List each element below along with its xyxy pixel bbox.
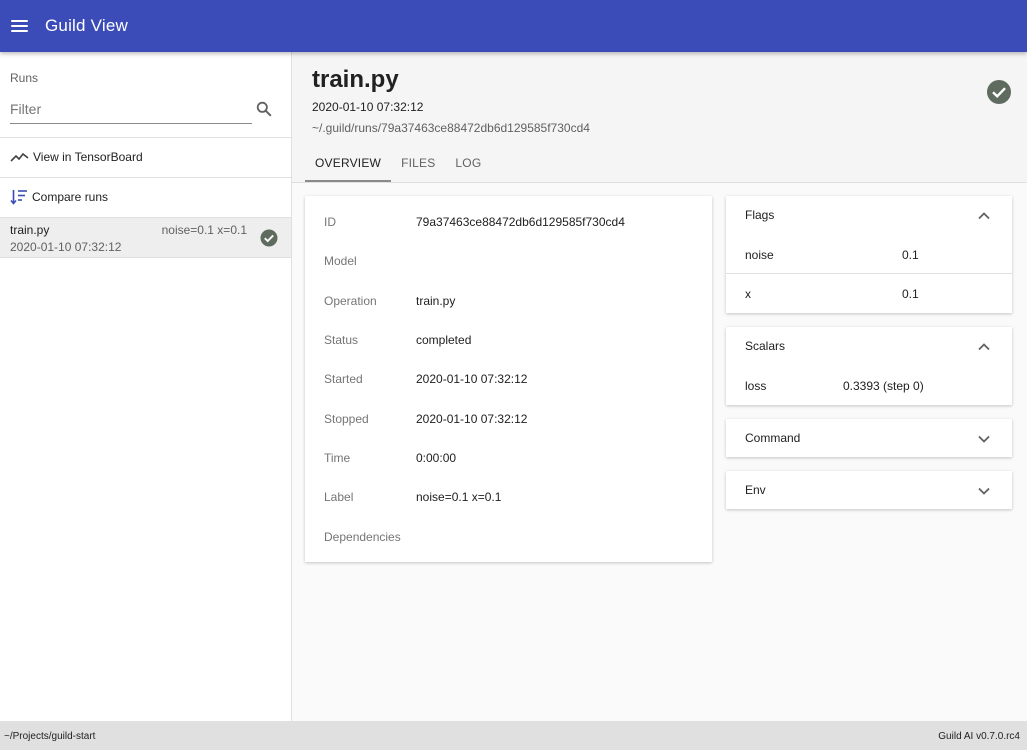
runs-sidebar: Runs View in TensorBoard Compare runs tr…	[0, 52, 292, 721]
compare-runs-button[interactable]: Compare runs	[10, 187, 108, 207]
overview-value: completed	[416, 333, 472, 347]
check-circle-icon	[260, 229, 278, 247]
filter-box	[10, 94, 274, 124]
overview-label: Status	[324, 333, 359, 347]
run-dir: ~/.guild/runs/79a37463ce88472db6d129585f…	[312, 121, 590, 135]
chevron-up-icon[interactable]	[977, 340, 991, 354]
compare-runs-label: Compare runs	[32, 190, 109, 204]
flag-row: x 0.1	[726, 274, 1012, 313]
check-circle-icon	[987, 80, 1011, 104]
divider	[0, 177, 291, 178]
scalar-name: loss	[745, 379, 767, 393]
command-title: Command	[745, 431, 801, 445]
flags-title: Flags	[745, 208, 775, 222]
command-card-header[interactable]: Command	[726, 419, 1012, 458]
status-bar: ~/Projects/guild-start Guild AI v0.7.0.r…	[0, 721, 1027, 750]
scalars-title: Scalars	[745, 339, 786, 353]
overview-label: Model	[324, 254, 357, 268]
overview-value: train.py	[416, 294, 456, 308]
app-version: Guild AI v0.7.0.rc4	[938, 731, 1020, 742]
menu-icon[interactable]	[11, 20, 28, 32]
overview-value: 2020-01-10 07:32:12	[416, 372, 528, 386]
overview-value: noise=0.1 x=0.1	[416, 490, 502, 504]
overview-value: 2020-01-10 07:32:12	[416, 412, 528, 426]
flag-value: 0.1	[902, 248, 919, 262]
run-header: train.py 2020-01-10 07:32:12 ~/.guild/ru…	[292, 52, 1027, 183]
chevron-down-icon[interactable]	[977, 484, 991, 498]
sort-compare-icon	[10, 190, 27, 205]
scalars-card-header[interactable]: Scalars	[726, 327, 1012, 366]
overview-label: Time	[324, 451, 351, 465]
search-icon[interactable]	[256, 101, 272, 117]
flag-name: x	[745, 287, 751, 301]
env-card-header[interactable]: Env	[726, 471, 1012, 510]
chevron-down-icon[interactable]	[977, 432, 991, 446]
run-item-name: train.py	[10, 223, 50, 237]
scalars-card: Scalars loss 0.3393 (step 0)	[726, 327, 1012, 405]
run-started: 2020-01-10 07:32:12	[312, 100, 424, 114]
overview-label: Stopped	[324, 412, 369, 426]
runs-label: Runs	[10, 71, 39, 85]
flag-row: noise 0.1	[726, 235, 1012, 274]
tab-log[interactable]: LOG	[445, 148, 491, 182]
tab-overview[interactable]: OVERVIEW	[305, 148, 392, 182]
tab-bar: OVERVIEW FILES LOG	[305, 148, 491, 183]
scalar-row: loss 0.3393 (step 0)	[726, 366, 1012, 405]
overview-value: 79a37463ce88472db6d129585f730cd4	[416, 215, 625, 229]
divider	[0, 137, 291, 138]
run-list-item[interactable]: train.py noise=0.1 x=0.1 2020-01-10 07:3…	[0, 218, 291, 258]
overview-label: Dependencies	[324, 530, 401, 544]
run-item-date: 2020-01-10 07:32:12	[10, 240, 122, 254]
tab-files[interactable]: FILES	[391, 148, 445, 182]
chevron-up-icon[interactable]	[977, 209, 991, 223]
view-tensorboard-button[interactable]: View in TensorBoard	[10, 147, 143, 167]
scalar-value: 0.3393 (step 0)	[843, 379, 924, 393]
overview-card: ID 79a37463ce88472db6d129585f730cd4 Mode…	[305, 196, 712, 562]
app-bar: Guild View	[0, 0, 1027, 52]
run-item-flags: noise=0.1 x=0.1	[161, 223, 247, 237]
overview-label: Started	[324, 372, 363, 386]
trending-line-icon	[10, 152, 29, 162]
flag-value: 0.1	[902, 287, 919, 301]
env-title: Env	[745, 483, 766, 497]
filter-input[interactable]	[10, 94, 252, 124]
flag-name: noise	[745, 248, 774, 262]
app-title: Guild View	[45, 16, 128, 35]
run-detail: train.py 2020-01-10 07:32:12 ~/.guild/ru…	[292, 52, 1027, 721]
view-tensorboard-label: View in TensorBoard	[33, 150, 143, 164]
overview-label: ID	[324, 215, 336, 229]
flags-card-header[interactable]: Flags	[726, 196, 1012, 235]
env-card: Env	[726, 471, 1012, 509]
overview-label: Label	[324, 490, 354, 504]
overview-label: Operation	[324, 294, 377, 308]
command-card: Command	[726, 419, 1012, 457]
flags-card: Flags noise 0.1 x 0.1	[726, 196, 1012, 313]
overview-value: 0:00:00	[416, 451, 457, 465]
run-title: train.py	[312, 66, 399, 93]
project-path: ~/Projects/guild-start	[4, 731, 96, 742]
